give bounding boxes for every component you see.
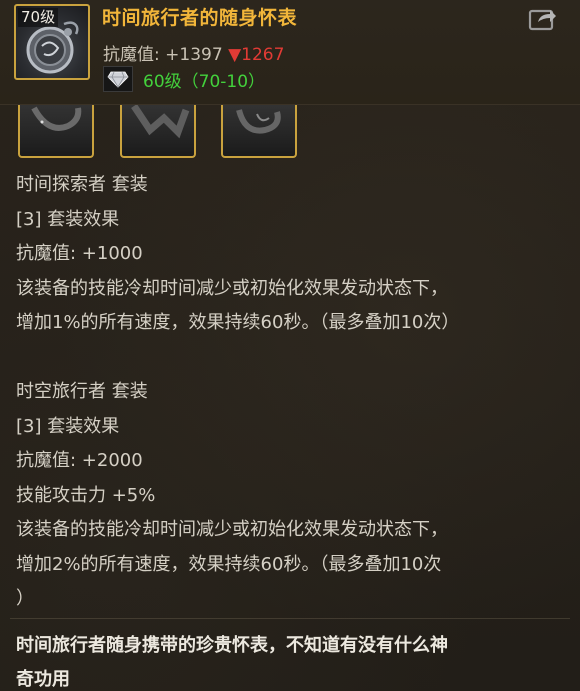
stat-down-value: 1267 (241, 45, 285, 65)
divider (10, 618, 570, 619)
stat-line: 抗魔值: +1397 ▼1267 (103, 40, 284, 65)
item-level-tag: 70级 (18, 8, 59, 27)
description-line: 时间旅行者随身携带的珍贵怀表，不知道有没有什么神 (16, 635, 448, 656)
level-requirement: 60级（70-10） (143, 71, 266, 92)
item-description: 时间旅行者随身携带的珍贵怀表，不知道有没有什么神 奇功用 (16, 629, 564, 691)
set-tier: [3] 套装效果 (16, 415, 120, 437)
tooltip-header: 70级 时间旅行者的随身怀表 抗魔值: +1397 ▼1267 60级（70-1… (0, 0, 580, 105)
requirement-line: 60级（70-10） (103, 66, 265, 92)
set-effect-line: 增加1%的所有速度，效果持续60秒。（最多叠加10次） (16, 312, 460, 333)
set-effect-line: 该装备的技能冷却时间减少或初始化效果发动状态下， (16, 277, 448, 299)
item-name: 时间旅行者的随身怀表 (102, 7, 298, 29)
set-piece-icon-2[interactable] (120, 104, 196, 158)
set-effect-block-1: 时间探索者 套装 [3] 套装效果 抗魔值: +1000 该装备的技能冷却时间减… (16, 168, 564, 341)
set-effect-line: 技能攻击力 +5% (16, 484, 156, 506)
set-effect-line: 增加2%的所有速度，效果持续60秒。（最多叠加10次 (16, 553, 442, 575)
diamond-icon (103, 66, 133, 92)
set-effects: 时间探索者 套装 [3] 套装效果 抗魔值: +1000 该装备的技能冷却时间减… (16, 168, 564, 617)
set-effect-line: 抗魔值: +1000 (16, 243, 143, 264)
set-effect-block-2: 时空旅行者 套装 [3] 套装效果 抗魔值: +2000 技能攻击力 +5% 该… (16, 375, 564, 617)
stat-value: +1397 (165, 45, 223, 65)
pocket-watch-icon[interactable]: 70级 (14, 4, 90, 80)
set-piece-icon-1[interactable] (18, 104, 94, 158)
set-name: 时空旅行者 套装 (16, 381, 148, 402)
set-effect-line: ） (16, 588, 34, 609)
stat-label: 抗魔值: (103, 45, 166, 65)
item-tooltip: 70级 时间旅行者的随身怀表 抗魔值: +1397 ▼1267 60级（70-1… (0, 0, 580, 691)
set-tier: [3] 套装效果 (16, 208, 120, 230)
set-effect-line: 抗魔值: +2000 (16, 450, 143, 471)
set-effect-line: 该装备的技能冷却时间减少或初始化效果发动状态下， (16, 519, 448, 540)
share-icon[interactable] (528, 6, 558, 32)
down-arrow-icon: ▼ (228, 45, 242, 65)
set-name: 时间探索者 套装 (16, 174, 148, 195)
set-piece-icon-3[interactable] (221, 104, 297, 158)
description-line: 奇功用 (16, 669, 70, 690)
set-piece-slots (18, 104, 318, 162)
